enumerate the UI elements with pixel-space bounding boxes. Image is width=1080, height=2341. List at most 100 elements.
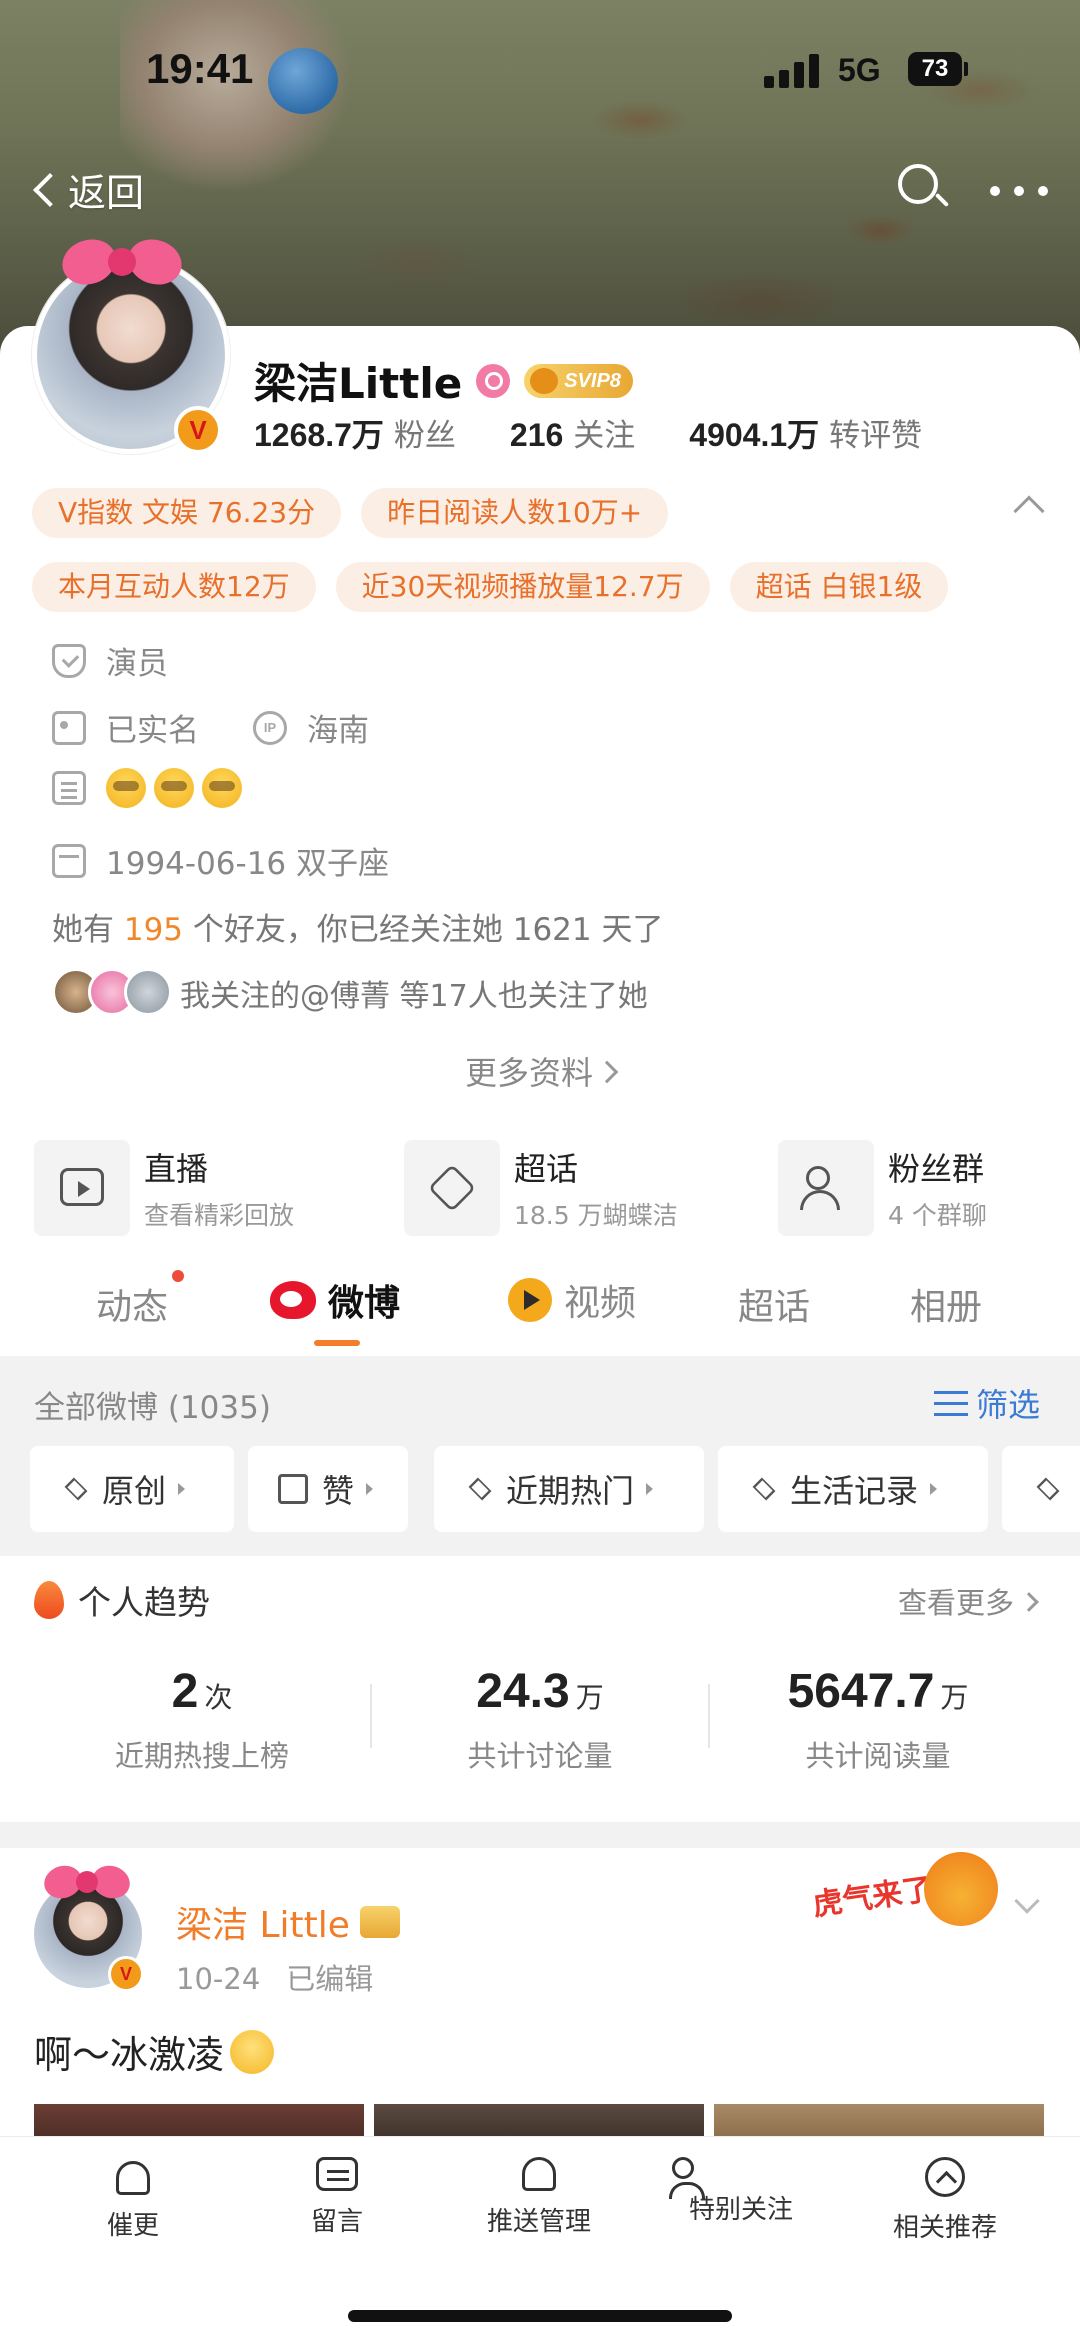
tab-video[interactable]: 视频	[508, 1274, 636, 1326]
calendar-icon	[52, 843, 86, 878]
filter-pill-original[interactable]: 原创	[30, 1446, 234, 1532]
followers-count[interactable]: 1268.7万	[254, 410, 384, 456]
ip-location-icon: IP	[253, 710, 287, 745]
post-author[interactable]: 梁洁 Little	[176, 1896, 400, 1948]
push-settings-label: 推送管理	[486, 2207, 591, 2237]
see-more-label: 查看更多	[898, 1586, 1015, 1620]
filter-pill-life[interactable]: 生活记录	[718, 1446, 988, 1532]
filter-pill-hot[interactable]: 近期热门	[434, 1446, 704, 1532]
layers-icon	[748, 1475, 776, 1503]
bio-line	[52, 768, 250, 808]
section-divider	[0, 1822, 1080, 1848]
friends-count[interactable]: 195	[124, 912, 183, 948]
feature-live[interactable]: 直播 查看精彩回放	[34, 1140, 294, 1236]
tab-video-label: 视频	[564, 1283, 637, 1324]
signal-icon	[764, 54, 822, 88]
tiger-sticker: 虎气来了	[811, 1852, 998, 1938]
feature-supertopic-sub: 18.5 万蝴蝶洁	[514, 1201, 678, 1230]
common-follow-row[interactable]: 我关注的@傅菁 等17人也关注了她	[52, 968, 648, 1018]
friends-line: 她有 195 个好友，你已经关注她 1621 天了	[52, 904, 664, 949]
document-icon	[52, 771, 86, 805]
metric-label: 近期热搜上榜	[114, 1739, 289, 1773]
filter-pill-more[interactable]	[1002, 1446, 1080, 1532]
post-author-name: 梁洁 Little	[176, 1905, 350, 1946]
chip-v-index[interactable]: V指数 文娱 76.23分	[32, 488, 342, 538]
message-button[interactable]: 留言	[262, 2157, 412, 2238]
birthday-text: 1994-06-16 双子座	[106, 846, 390, 882]
unread-dot	[172, 1270, 184, 1282]
filter-button[interactable]: 筛选	[934, 1380, 1040, 1426]
pill-label: 原创	[102, 1472, 167, 1510]
feature-live-title: 直播	[144, 1150, 209, 1188]
location-text: 海南	[307, 713, 369, 749]
urge-update-button[interactable]: 催更	[58, 2157, 208, 2242]
chevron-right-icon	[595, 1060, 619, 1084]
id-card-icon	[52, 710, 86, 745]
special-follow-button[interactable]: 特别关注	[666, 2157, 816, 2226]
profile-name-row: 梁洁Little SVIP8	[254, 350, 633, 411]
tab-weibo-label: 微博	[328, 1283, 401, 1324]
home-indicator[interactable]	[348, 2310, 732, 2322]
push-settings-button[interactable]: 推送管理	[464, 2157, 614, 2238]
following-label[interactable]: 关注	[573, 410, 635, 455]
shield-icon	[52, 643, 86, 678]
search-icon[interactable]	[898, 164, 950, 212]
tab-album[interactable]: 相册	[910, 1278, 982, 1330]
trend-title: 个人趋势	[78, 1583, 210, 1622]
verified-v-icon: V	[174, 406, 222, 454]
post-edited[interactable]: 已编辑	[286, 1962, 373, 1996]
svip-badge[interactable]: SVIP8	[524, 363, 633, 398]
trend-metric-reads[interactable]: 5647.7 万 共计阅读量	[708, 1664, 1048, 1775]
trend-metric-hot-search[interactable]: 2次 近期热搜上榜	[32, 1664, 372, 1775]
chip-row-2: 本月互动人数12万 近30天视频播放量12.7万 超话 白银1级	[32, 562, 949, 612]
tab-weibo[interactable]: 微博	[270, 1274, 400, 1326]
search-badge-icon[interactable]	[476, 363, 511, 398]
post-meta: 10-24 已编辑	[176, 1956, 373, 1998]
more-icon[interactable]	[990, 186, 1048, 196]
caret-right-icon	[646, 1483, 654, 1495]
message-label: 留言	[310, 2207, 363, 2237]
cover-ball-image	[268, 48, 338, 114]
chip-super-topic[interactable]: 超话 白银1级	[729, 562, 949, 612]
nerd-emoji-icon	[154, 768, 194, 808]
layers-icon	[60, 1475, 88, 1503]
feature-supertopic[interactable]: 超话 18.5 万蝴蝶洁	[404, 1140, 678, 1236]
back-button[interactable]: 返回	[28, 162, 144, 217]
chip-interactions[interactable]: 本月互动人数12万	[32, 562, 316, 612]
feature-fan-group[interactable]: 粉丝群 4 个群聊	[778, 1140, 987, 1236]
crown-icon	[530, 367, 559, 394]
nerd-emoji-icon	[106, 768, 146, 808]
more-info-link[interactable]: 更多资料	[0, 1048, 1080, 1094]
post-date: 10-24	[176, 1962, 261, 1996]
occupation-line: 演员	[52, 638, 168, 683]
caret-right-icon	[366, 1483, 374, 1495]
profile-tabs: 动态 微博 视频 超话 相册	[0, 1270, 1080, 1350]
filter-pill-liked[interactable]: 赞	[248, 1446, 408, 1532]
nerd-emoji-icon	[202, 768, 242, 808]
video-play-icon	[508, 1278, 552, 1322]
feature-fan-group-sub: 4 个群聊	[888, 1201, 987, 1230]
metric-unit: 次	[204, 1681, 233, 1714]
tab-dynamics[interactable]: 动态	[96, 1278, 168, 1330]
filter-icon	[934, 1389, 968, 1417]
trend-see-more[interactable]: 查看更多	[898, 1580, 1039, 1622]
chip-row-1: V指数 文娱 76.23分 昨日阅读人数10万+	[32, 488, 669, 538]
trend-metric-discussion[interactable]: 24.3 万 共计讨论量	[370, 1664, 710, 1775]
trend-header: 个人趋势	[34, 1576, 210, 1624]
layers-icon	[464, 1475, 492, 1503]
chevron-right-icon	[1019, 1592, 1039, 1612]
tab-supertopic[interactable]: 超话	[738, 1278, 810, 1330]
friends-prefix: 她有	[52, 912, 124, 948]
profile-avatar[interactable]: V	[32, 232, 230, 454]
tv-icon	[34, 1140, 130, 1236]
more-info-label: 更多资料	[464, 1054, 593, 1092]
metric-value: 2	[171, 1665, 199, 1718]
following-count[interactable]: 216	[510, 417, 563, 454]
metric-unit: 万	[575, 1681, 604, 1714]
chip-readers[interactable]: 昨日阅读人数10万+	[361, 488, 669, 538]
related-recs-button[interactable]: 相关推荐	[870, 2157, 1020, 2244]
pill-label: 生活记录	[790, 1472, 919, 1510]
followers-label[interactable]: 粉丝	[394, 410, 456, 455]
chip-video-plays[interactable]: 近30天视频播放量12.7万	[335, 562, 710, 612]
battery-tip	[964, 62, 968, 76]
